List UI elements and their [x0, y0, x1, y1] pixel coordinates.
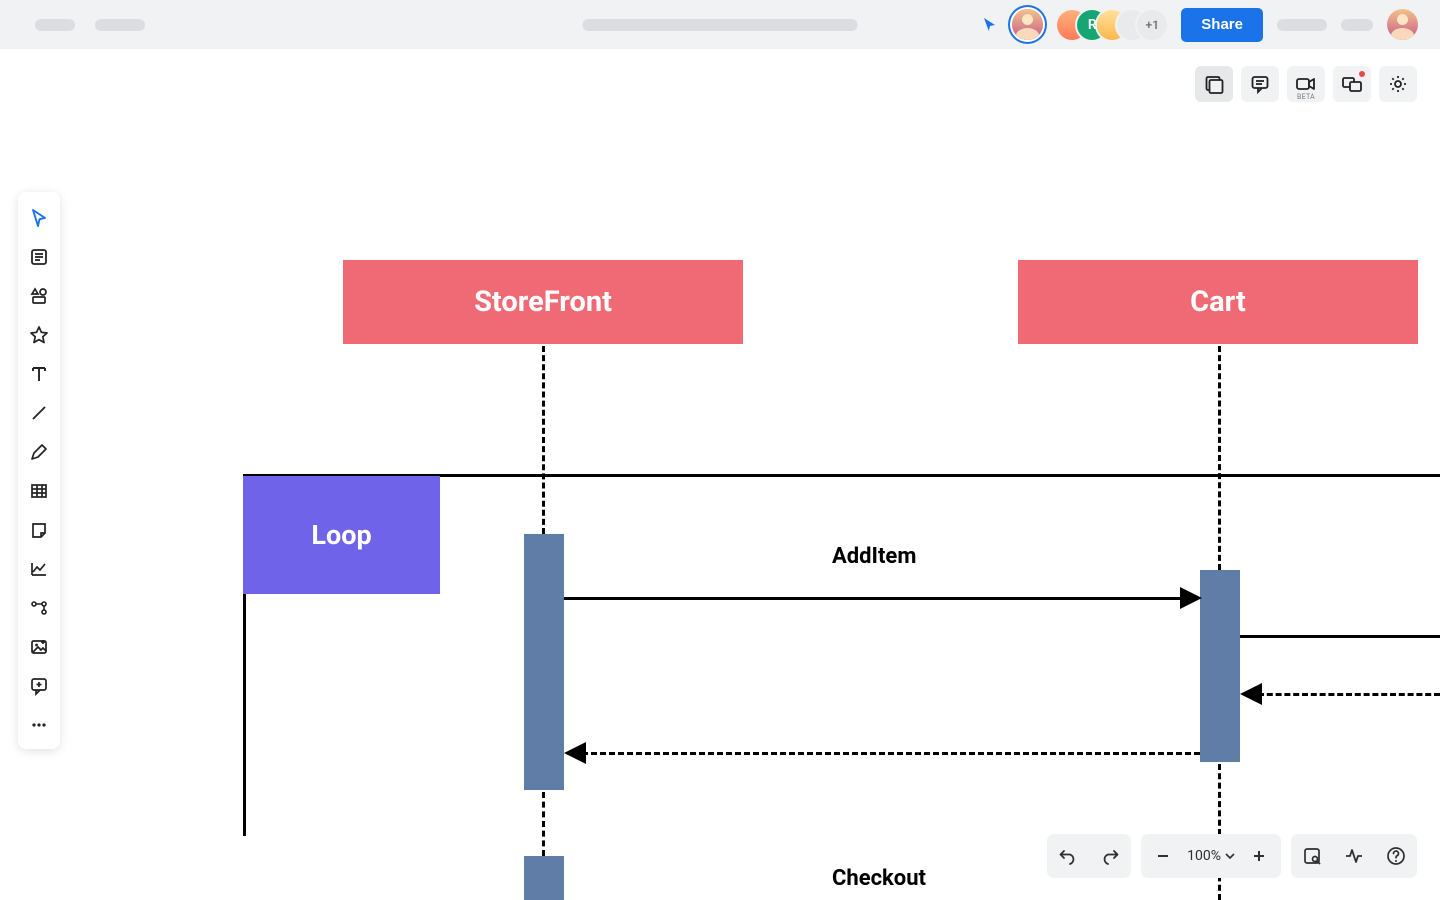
help-button[interactable]: [1375, 834, 1417, 878]
participant-cart[interactable]: Cart: [1018, 260, 1418, 344]
message-additem-arrow-icon: [1180, 587, 1202, 609]
history-group: [1047, 834, 1131, 878]
minimap-button[interactable]: [1291, 834, 1333, 878]
view-group: [1291, 834, 1417, 878]
canvas[interactable]: StoreFront Cart Loop AddItem Checkout: [0, 0, 1440, 900]
message-return-cart-arrow-icon: [1240, 683, 1262, 705]
redo-button[interactable]: [1089, 834, 1131, 878]
zoom-level-label: 100%: [1187, 848, 1221, 864]
bottom-toolbar: 100%: [1047, 834, 1417, 878]
plus-icon: [1251, 848, 1267, 864]
message-checkout-label[interactable]: Checkout: [832, 866, 926, 891]
zoom-out-button[interactable]: [1145, 834, 1181, 878]
zoom-group: 100%: [1141, 834, 1281, 878]
activation-storefront-2[interactable]: [524, 856, 564, 900]
message-return-storefront-line[interactable]: [582, 752, 1200, 755]
help-icon: [1386, 846, 1406, 866]
message-additem-label[interactable]: AddItem: [832, 544, 916, 569]
participant-storefront[interactable]: StoreFront: [343, 260, 743, 344]
zoom-level-dropdown[interactable]: 100%: [1181, 848, 1241, 864]
undo-icon: [1058, 846, 1078, 866]
message-additem-line[interactable]: [564, 597, 1184, 600]
activity-button[interactable]: [1333, 834, 1375, 878]
activity-icon: [1344, 846, 1364, 866]
message-return-storefront-arrow-icon: [564, 742, 586, 764]
minus-icon: [1155, 848, 1171, 864]
chevron-down-icon: [1225, 851, 1235, 861]
message-out-line[interactable]: [1240, 635, 1440, 638]
redo-icon: [1100, 846, 1120, 866]
zoom-in-button[interactable]: [1241, 834, 1277, 878]
undo-button[interactable]: [1047, 834, 1089, 878]
minimap-icon: [1302, 846, 1322, 866]
loop-fragment-label[interactable]: Loop: [243, 476, 440, 594]
message-return-cart-line[interactable]: [1258, 693, 1440, 696]
